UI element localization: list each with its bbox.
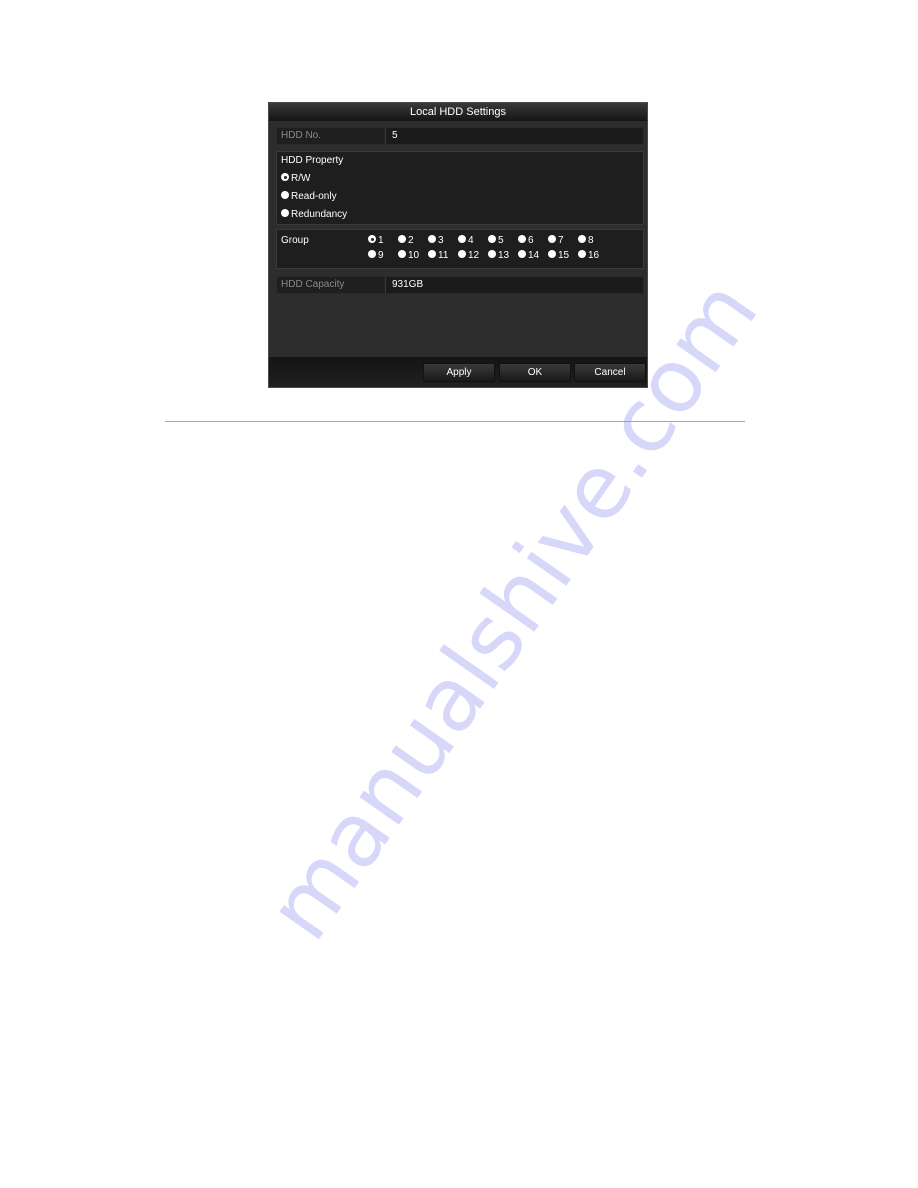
- group-option-label: 11: [438, 250, 449, 261]
- radio-selected-icon[interactable]: [281, 173, 289, 182]
- group-option-label: 4: [468, 235, 474, 246]
- radio-icon[interactable]: [281, 209, 289, 218]
- group-option-label: 3: [438, 235, 444, 246]
- radio-icon[interactable]: [488, 250, 496, 259]
- group-option-label: 7: [558, 235, 564, 246]
- hdd-no-label: HDD No.: [281, 130, 322, 141]
- group-option-label: 5: [498, 235, 504, 246]
- group-option-label: 12: [468, 250, 480, 261]
- group-option-1[interactable]: 1: [368, 235, 384, 246]
- group-option-label: 13: [498, 250, 510, 261]
- option-label: R/W: [291, 173, 311, 184]
- group-option-15[interactable]: 15: [548, 250, 569, 261]
- group-option-7[interactable]: 7: [548, 235, 564, 246]
- radio-icon[interactable]: [458, 235, 466, 244]
- local-hdd-settings-dialog: Local HDD Settings HDD No. 5 HDD Propert…: [268, 102, 648, 388]
- hdd-property-header: HDD Property: [277, 152, 643, 171]
- group-option-12[interactable]: 12: [458, 250, 479, 261]
- group-option-10[interactable]: 10: [398, 250, 419, 261]
- group-option-11[interactable]: 11: [428, 250, 448, 261]
- group-option-3[interactable]: 3: [428, 235, 444, 246]
- radio-icon[interactable]: [488, 235, 496, 244]
- property-option-rw[interactable]: R/W: [277, 170, 643, 189]
- group-option-13[interactable]: 13: [488, 250, 509, 261]
- property-option-read-only[interactable]: Read-only: [277, 188, 643, 207]
- hdd-property-section: HDD Property R/W Read-only Redundancy: [276, 151, 644, 225]
- option-label: Read-only: [291, 191, 337, 202]
- radio-icon[interactable]: [578, 250, 586, 259]
- group-option-label: 2: [408, 235, 414, 246]
- hdd-capacity-row: HDD Capacity 931GB: [276, 276, 644, 294]
- group-option-label: 16: [588, 250, 600, 261]
- property-option-redundancy[interactable]: Redundancy: [277, 206, 643, 225]
- group-option-label: 1: [378, 235, 384, 246]
- radio-icon[interactable]: [548, 235, 556, 244]
- group-option-label: 6: [528, 235, 534, 246]
- hdd-no-value: 5: [385, 128, 643, 144]
- radio-icon[interactable]: [428, 235, 436, 244]
- radio-selected-icon[interactable]: [368, 235, 376, 244]
- radio-icon[interactable]: [548, 250, 556, 259]
- hdd-no-row: HDD No. 5: [276, 127, 644, 145]
- radio-icon[interactable]: [518, 250, 526, 259]
- radio-icon[interactable]: [578, 235, 586, 244]
- group-option-2[interactable]: 2: [398, 235, 414, 246]
- group-option-9[interactable]: 9: [368, 250, 384, 261]
- radio-icon[interactable]: [518, 235, 526, 244]
- radio-icon[interactable]: [428, 250, 436, 259]
- radio-icon[interactable]: [281, 191, 289, 200]
- apply-button[interactable]: Apply: [423, 363, 495, 382]
- group-label: Group: [281, 235, 309, 246]
- group-option-14[interactable]: 14: [518, 250, 539, 261]
- dialog-footer: Apply OK Cancel: [269, 357, 647, 387]
- radio-icon[interactable]: [458, 250, 466, 259]
- hdd-capacity-value: 931GB: [385, 277, 643, 293]
- group-option-4[interactable]: 4: [458, 235, 474, 246]
- group-option-label: 8: [588, 235, 594, 246]
- group-option-label: 9: [378, 250, 384, 261]
- hdd-capacity-label: HDD Capacity: [281, 279, 345, 290]
- ok-button[interactable]: OK: [499, 363, 571, 382]
- group-option-label: 15: [558, 250, 570, 261]
- group-option-6[interactable]: 6: [518, 235, 534, 246]
- group-option-label: 14: [528, 250, 540, 261]
- radio-icon[interactable]: [398, 235, 406, 244]
- group-option-label: 10: [408, 250, 420, 261]
- radio-icon[interactable]: [368, 250, 376, 259]
- option-label: Redundancy: [291, 209, 348, 220]
- group-option-8[interactable]: 8: [578, 235, 594, 246]
- dialog-title: Local HDD Settings: [269, 103, 647, 121]
- radio-icon[interactable]: [398, 250, 406, 259]
- group-section: Group 1 2 3 4 5 6 7 8 9 10 11 12 13 14 15 16: [276, 229, 644, 269]
- group-option-16[interactable]: 16: [578, 250, 599, 261]
- group-option-5[interactable]: 5: [488, 235, 504, 246]
- hdd-property-label: HDD Property: [281, 155, 344, 166]
